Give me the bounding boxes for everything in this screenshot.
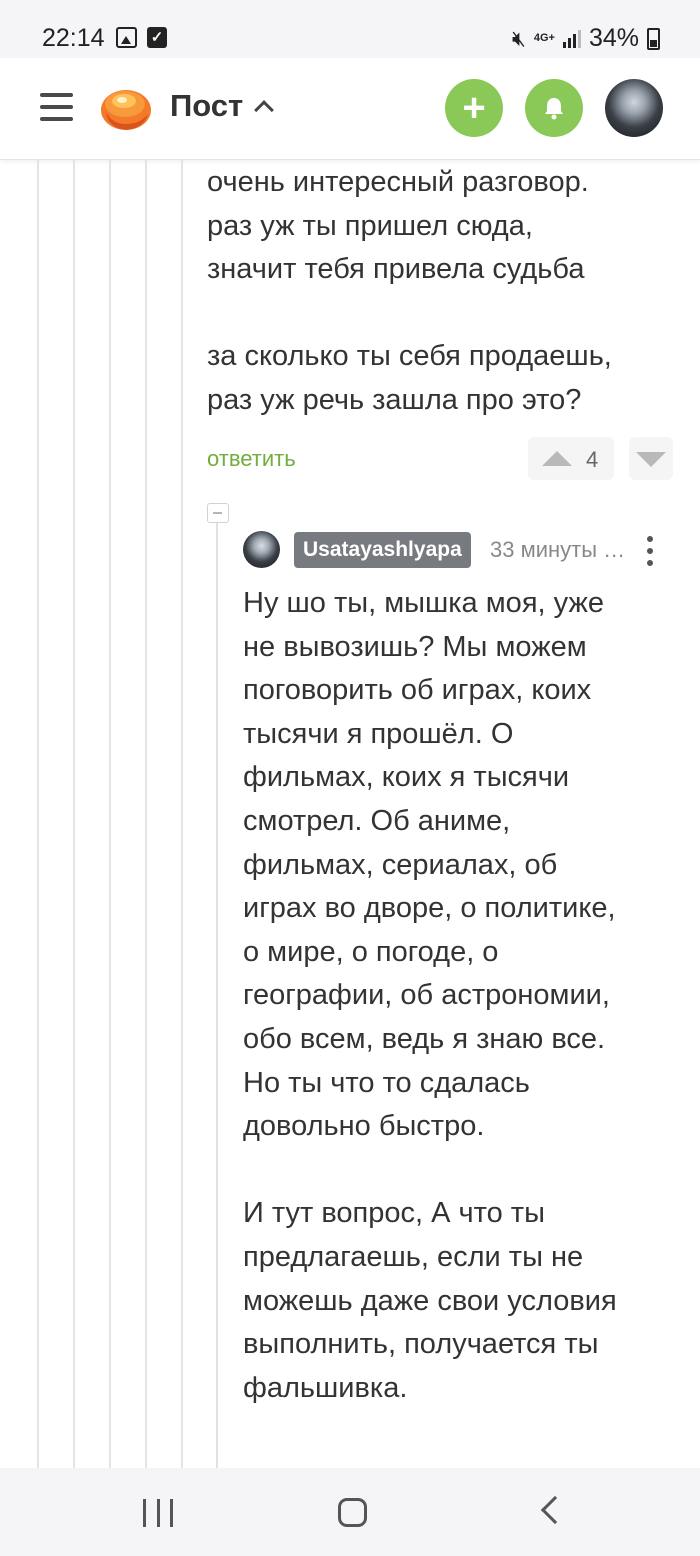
comment-author-avatar[interactable] [243, 531, 280, 568]
page-title: Пост [170, 88, 244, 123]
thread-line [73, 160, 75, 1470]
thread-line [109, 160, 111, 1470]
reply-link[interactable]: ответить [207, 446, 296, 472]
plus-icon: + [462, 86, 486, 130]
reply-thread-line[interactable] [216, 523, 218, 1470]
arrow-up-icon [542, 451, 572, 466]
battery-level: 34% [588, 24, 639, 52]
comment-body: очень интересный разговор. раз уж ты при… [207, 166, 612, 416]
status-time: 22:14 [42, 24, 105, 52]
mute-icon: 🔇︎ [511, 25, 526, 51]
network-type: 4G+ [533, 32, 555, 44]
thread-line [145, 160, 147, 1470]
back-icon[interactable] [540, 1495, 570, 1525]
add-post-button[interactable]: + [445, 79, 503, 137]
page-title-dropdown[interactable]: Пост [170, 88, 275, 124]
collapse-thread-button[interactable] [207, 503, 229, 523]
chevron-up-icon [254, 99, 275, 120]
vote-count: 4 [586, 447, 599, 472]
logo-icon[interactable] [100, 82, 152, 134]
comment-author-name[interactable]: Usatayashlyapa [294, 532, 471, 568]
more-options-icon[interactable] [646, 535, 654, 567]
arrow-down-icon [636, 452, 666, 467]
burger-icon[interactable] [40, 91, 73, 123]
thread-line [181, 160, 183, 1470]
bell-icon [545, 98, 563, 120]
thread-line [37, 160, 39, 1470]
check-icon: ✓ [147, 27, 167, 48]
battery-icon [647, 27, 660, 50]
gallery-icon [116, 27, 137, 48]
user-avatar[interactable] [605, 79, 663, 137]
comment-time: 33 минуты назад [490, 537, 626, 562]
downvote-button[interactable] [629, 437, 673, 480]
home-icon[interactable] [338, 1498, 367, 1527]
upvote-button[interactable]: 4 [528, 437, 614, 480]
notifications-button[interactable] [525, 79, 583, 137]
system-nav-bar [0, 1468, 700, 1556]
recent-apps-icon[interactable] [143, 1499, 173, 1527]
app-header: Пост + [0, 58, 700, 160]
status-bar: 22:14 ✓ 🔇︎ 4G+ 34% [0, 0, 700, 64]
comment-body: Ну шо ты, мышка моя, уже не вывозишь? Мы… [243, 587, 617, 1404]
signal-icon [562, 29, 581, 48]
